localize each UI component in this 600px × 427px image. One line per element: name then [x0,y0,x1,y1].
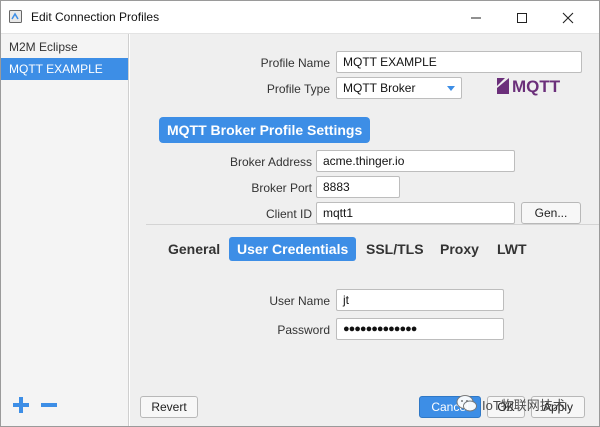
close-icon [562,12,574,23]
tab-proxy[interactable]: Proxy [432,237,487,261]
profile-type-label: Profile Type [266,82,330,96]
user-name-label: User Name [269,294,330,308]
profile-item-mqtt-example[interactable]: MQTT EXAMPLE [1,58,128,80]
maximize-icon [517,12,527,23]
profile-type-value: MQTT Broker [343,81,416,95]
maximize-button[interactable] [499,1,545,34]
tab-general[interactable]: General [160,237,228,261]
profile-type-select[interactable]: MQTT Broker [336,77,462,99]
tab-lwt[interactable]: LWT [489,237,535,261]
tab-user-credentials[interactable]: User Credentials [229,237,357,261]
remove-profile-icon[interactable] [39,395,59,415]
generate-client-id-button[interactable]: Gen... [521,202,581,224]
chat-bubble-icon [456,395,477,412]
tab-ssl-tls[interactable]: SSL/TLS [358,237,432,261]
app-icon [9,10,22,23]
profile-name-label: Profile Name [260,56,330,70]
watermark-text: IoT物联网技术 [482,397,566,413]
broker-port-label: Broker Port [251,181,312,195]
minimize-icon [471,17,481,18]
watermark: IoT物联网技术 [456,393,566,415]
profile-name-input[interactable]: MQTT EXAMPLE [336,51,582,73]
profile-settings-panel: Profile Name MQTT EXAMPLE Profile Type M… [130,34,599,426]
profile-item-m2m-eclipse[interactable]: M2M Eclipse [1,36,128,58]
revert-button[interactable]: Revert [140,396,198,418]
client-id-label: Client ID [265,207,312,221]
broker-port-input[interactable]: 8883 [316,176,400,198]
edit-connection-profiles-window: Edit Connection Profiles M2M Eclipse MQT… [0,0,600,427]
client-id-input[interactable]: mqtt1 [316,202,515,224]
chevron-down-icon [447,86,455,91]
broker-address-label: Broker Address [229,155,312,169]
password-input[interactable]: ●●●●●●●●●●●●● [336,318,504,340]
broker-address-input[interactable]: acme.thinger.io [316,150,515,172]
svg-text:MQTT: MQTT [512,77,561,96]
mqtt-logo: MQTT [497,77,561,96]
close-button[interactable] [545,1,591,34]
divider [146,224,599,225]
window-title: Edit Connection Profiles [31,10,160,24]
profile-list: M2M Eclipse MQTT EXAMPLE [1,34,129,426]
title-bar: Edit Connection Profiles [1,1,599,34]
password-label: Password [277,323,330,337]
user-name-input[interactable]: jt [336,289,504,311]
add-profile-icon[interactable] [11,395,31,415]
section-title-broker-settings: MQTT Broker Profile Settings [159,117,371,143]
minimize-button[interactable] [453,1,499,34]
